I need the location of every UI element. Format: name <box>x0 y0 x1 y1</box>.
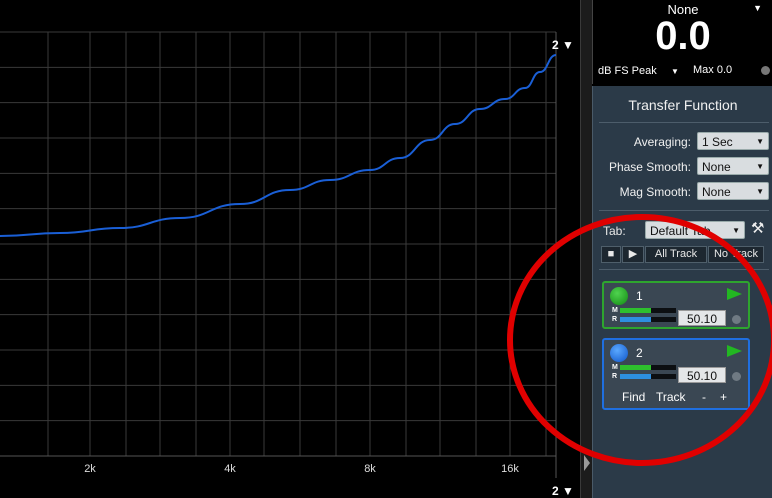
meter-m-label: M <box>612 364 618 371</box>
x-tick-label: 16k <box>501 463 519 475</box>
meter-reset-dot[interactable] <box>761 66 770 75</box>
plot-canvas: 2k 4k 8k 16k <box>0 31 557 478</box>
track-1-status-dot[interactable] <box>732 315 741 324</box>
track-1-r-meter <box>620 317 676 322</box>
averaging-dropdown[interactable]: 1 Sec ▼ <box>697 132 769 150</box>
divider <box>599 122 769 123</box>
meter-max: Max 0.0 <box>693 64 733 76</box>
phase-smooth-label: Phase Smooth: <box>608 160 691 174</box>
mag-smooth-value: None <box>702 185 731 199</box>
meter-m-label: M <box>612 307 618 314</box>
transfer-function-panel: Transfer Function Averaging: 1 Sec ▼ Phas… <box>592 86 772 498</box>
tab-label: Tab: <box>603 224 626 238</box>
panel-collapse-handle[interactable] <box>580 0 592 498</box>
x-tick-label: 2k <box>84 463 96 475</box>
x-tick-label: 8k <box>364 463 376 475</box>
mag-smooth-label: Mag Smooth: <box>619 185 691 199</box>
chevron-down-icon: ▼ <box>756 137 764 146</box>
tab-value: Default Tab <box>650 224 711 238</box>
panel-title: Transfer Function <box>628 97 738 113</box>
chevron-down-icon: ▼ <box>732 226 740 235</box>
track-2-m-meter <box>620 365 676 370</box>
level-meter: None ▼ 0.0 dB FS Peak ▼ Max 0.0 <box>592 0 772 84</box>
find-button[interactable]: Find <box>622 390 645 404</box>
meter-value: 0.0 <box>655 14 711 58</box>
averaging-value: 1 Sec <box>702 135 733 149</box>
divider <box>599 210 769 211</box>
meter-unit[interactable]: dB FS Peak <box>598 65 657 77</box>
chevron-down-icon: ▼ <box>756 162 764 171</box>
wrench-hammer-icon[interactable]: ⚒ <box>751 219 764 237</box>
track-card-1[interactable]: 1 M R 50.10 <box>602 281 750 329</box>
meter-r-label: R <box>612 373 618 380</box>
play-button[interactable]: ▶ <box>622 246 644 263</box>
track-2-r-meter <box>620 374 676 379</box>
add-track-button[interactable]: + <box>720 390 727 404</box>
track-1-number: 1 <box>636 289 643 303</box>
averaging-label: Averaging: <box>633 135 691 149</box>
remove-track-button[interactable]: - <box>702 390 706 404</box>
mag-smooth-dropdown[interactable]: None ▼ <box>697 182 769 200</box>
no-track-button[interactable]: No Track <box>708 246 764 263</box>
track-1-m-meter <box>620 308 676 313</box>
track-2-play-icon[interactable] <box>727 345 742 357</box>
tab-dropdown[interactable]: Default Tab ▼ <box>645 221 745 239</box>
track-2-number: 2 <box>636 346 643 360</box>
track-2-indicator[interactable] <box>610 344 628 362</box>
phase-smooth-value: None <box>702 160 731 174</box>
track-1-value-field[interactable]: 50.10 <box>678 310 726 326</box>
track-1-indicator[interactable] <box>610 287 628 305</box>
meter-source-dropdown-icon[interactable]: ▼ <box>753 3 762 13</box>
track-2-value-field[interactable]: 50.10 <box>678 367 726 383</box>
track-2-status-dot[interactable] <box>732 372 741 381</box>
divider <box>599 269 769 270</box>
x-tick-label: 4k <box>224 463 236 475</box>
top-axis-selector[interactable]: 2 ▼ <box>546 38 580 52</box>
stop-button[interactable]: ■ <box>601 246 621 263</box>
track-button[interactable]: Track <box>656 390 686 404</box>
collapse-arrow-icon[interactable] <box>584 455 590 471</box>
all-track-button[interactable]: All Track <box>645 246 707 263</box>
track-1-play-icon[interactable] <box>727 288 742 300</box>
bottom-axis-selector[interactable]: 2 ▼ <box>546 484 580 498</box>
transfer-function-plot[interactable]: 2k 4k 8k 16k 2 ▼ 2 ▼ <box>0 0 580 498</box>
phase-smooth-dropdown[interactable]: None ▼ <box>697 157 769 175</box>
track-card-2[interactable]: 2 M R 50.10 Find Track - + <box>602 338 750 410</box>
meter-r-label: R <box>612 316 618 323</box>
chevron-down-icon: ▼ <box>756 187 764 196</box>
meter-unit-dropdown-icon[interactable]: ▼ <box>671 67 679 76</box>
